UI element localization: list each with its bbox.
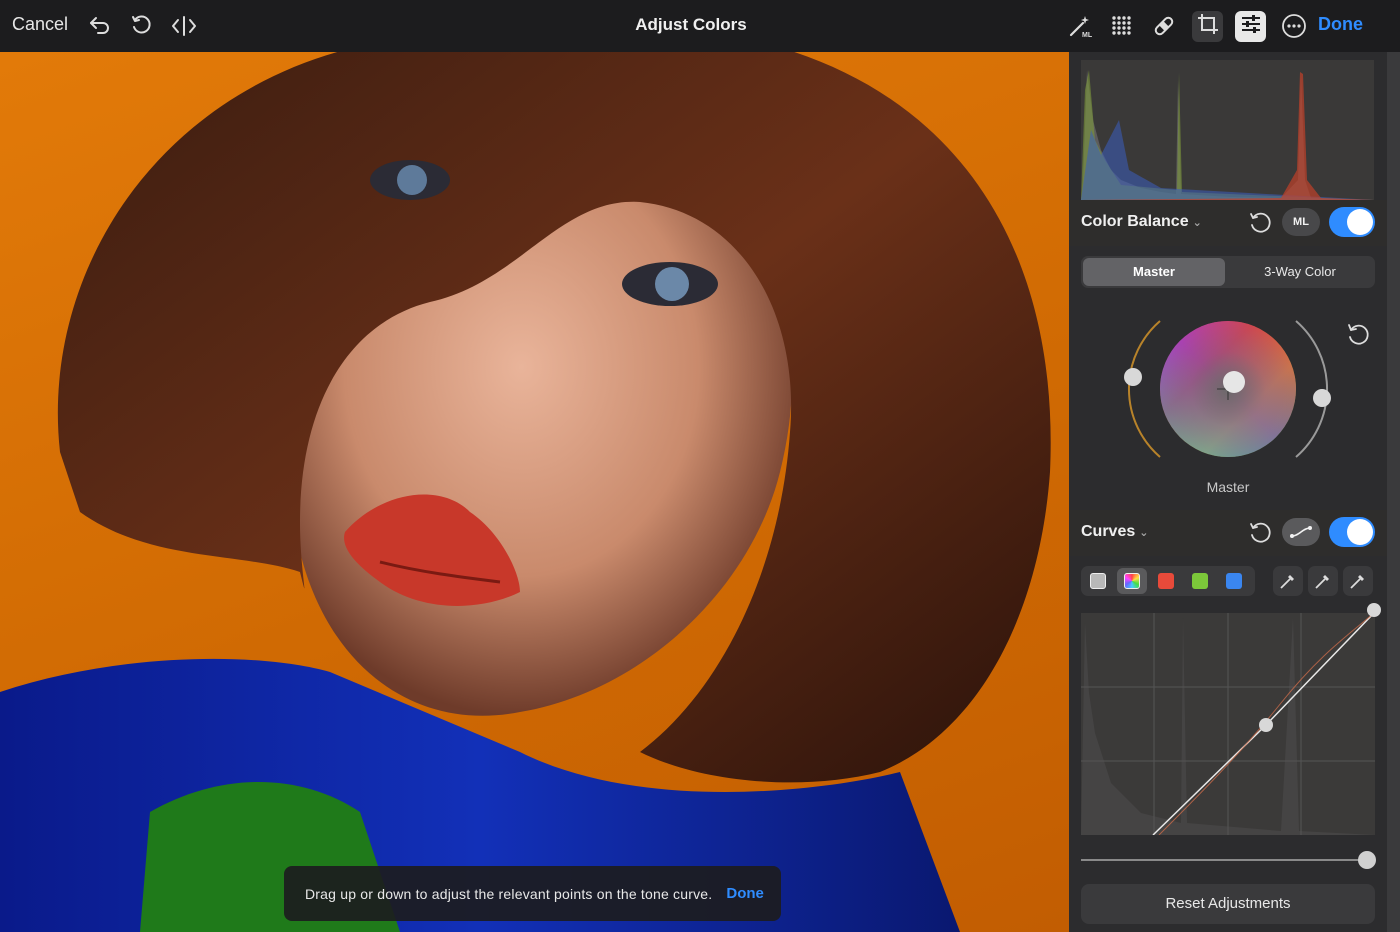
- bandage-retouch-icon[interactable]: [1150, 12, 1178, 40]
- panel-scroll-edge: [1387, 52, 1400, 932]
- ml-button[interactable]: ML: [1282, 208, 1320, 236]
- color-balance-header: Color Balance ⌄ ML: [1069, 200, 1387, 246]
- chevron-down-icon: ⌄: [1192, 217, 1202, 229]
- blue-swatch: [1226, 573, 1242, 589]
- adjust-tool-button[interactable]: [1235, 11, 1266, 42]
- rgb-swatch: [1124, 573, 1140, 589]
- portrait-image: [0, 52, 1051, 932]
- curve-mode-button[interactable]: [1282, 518, 1320, 546]
- eyedropper-gray-icon[interactable]: [1308, 566, 1338, 596]
- reset-curves-icon[interactable]: [1247, 520, 1273, 546]
- slider-thumb[interactable]: [1358, 851, 1376, 869]
- color-balance-title[interactable]: Color Balance ⌄: [1081, 213, 1202, 231]
- cancel-button[interactable]: Cancel: [12, 14, 68, 35]
- reset-adjustments-button[interactable]: Reset Adjustments: [1081, 884, 1375, 924]
- curve-icon: [1290, 526, 1312, 538]
- compare-split-icon[interactable]: [170, 12, 198, 40]
- curve-channel-selector: [1081, 566, 1255, 596]
- tone-curve-graph[interactable]: [1081, 612, 1375, 836]
- histogram: [1081, 60, 1374, 200]
- curves-header: Curves ⌄: [1069, 510, 1387, 556]
- green-swatch: [1192, 573, 1208, 589]
- channel-blue[interactable]: [1219, 568, 1249, 594]
- hint-done-button[interactable]: Done: [726, 885, 764, 902]
- top-toolbar: Cancel Adjust Colors ML Done: [0, 0, 1400, 52]
- toggle-knob: [1347, 209, 1373, 235]
- color-wheel[interactable]: [1069, 304, 1387, 474]
- photo-canvas[interactable]: [0, 52, 1069, 932]
- hint-text: Drag up or down to adjust the relevant p…: [305, 885, 713, 902]
- crop-icon: [1197, 13, 1219, 40]
- color-balance-title-text: Color Balance: [1081, 213, 1189, 230]
- curves-toggle[interactable]: [1329, 517, 1375, 547]
- done-button[interactable]: Done: [1318, 14, 1363, 35]
- slider-track: [1081, 859, 1361, 861]
- channel-green[interactable]: [1185, 568, 1215, 594]
- tab-3-way-color[interactable]: 3-Way Color: [1229, 258, 1371, 286]
- sliders-icon: [1240, 14, 1262, 39]
- toggle-knob: [1347, 519, 1373, 545]
- svg-text:ML: ML: [1082, 32, 1093, 39]
- channel-red[interactable]: [1151, 568, 1181, 594]
- tone-curve-hint: Drag up or down to adjust the relevant p…: [284, 866, 781, 921]
- chevron-down-icon: ⌄: [1139, 527, 1149, 539]
- eyedropper-black-icon[interactable]: [1273, 566, 1303, 596]
- tab-master[interactable]: Master: [1083, 258, 1225, 286]
- color-balance-mode-selector: Master 3-Way Color: [1081, 256, 1375, 288]
- curve-endpoint-handle[interactable]: [1367, 603, 1381, 617]
- channel-rgb[interactable]: [1117, 568, 1147, 594]
- ml-enhance-icon[interactable]: ML: [1066, 12, 1094, 40]
- page-title: Adjust Colors: [635, 15, 747, 34]
- curves-title[interactable]: Curves ⌄: [1081, 523, 1148, 541]
- undo-icon[interactable]: [86, 12, 114, 40]
- reset-color-balance-icon[interactable]: [1247, 210, 1273, 236]
- color-wheel-area: [1069, 304, 1387, 504]
- channel-luminance[interactable]: [1083, 568, 1113, 594]
- wheel-label: Master: [1206, 479, 1250, 495]
- curve-intensity-slider[interactable]: [1081, 848, 1376, 872]
- more-options-icon[interactable]: [1280, 12, 1308, 40]
- grid-presets-icon[interactable]: [1108, 12, 1136, 40]
- color-balance-toggle[interactable]: [1329, 207, 1375, 237]
- red-swatch: [1158, 573, 1174, 589]
- crop-tool-button[interactable]: [1192, 11, 1223, 42]
- luminance-swatch: [1090, 573, 1106, 589]
- curves-title-text: Curves: [1081, 523, 1136, 540]
- adjustments-panel: Color Balance ⌄ ML Master 3-Way Color Ma…: [1069, 52, 1387, 932]
- revert-icon[interactable]: [128, 12, 156, 40]
- eyedropper-white-icon[interactable]: [1343, 566, 1373, 596]
